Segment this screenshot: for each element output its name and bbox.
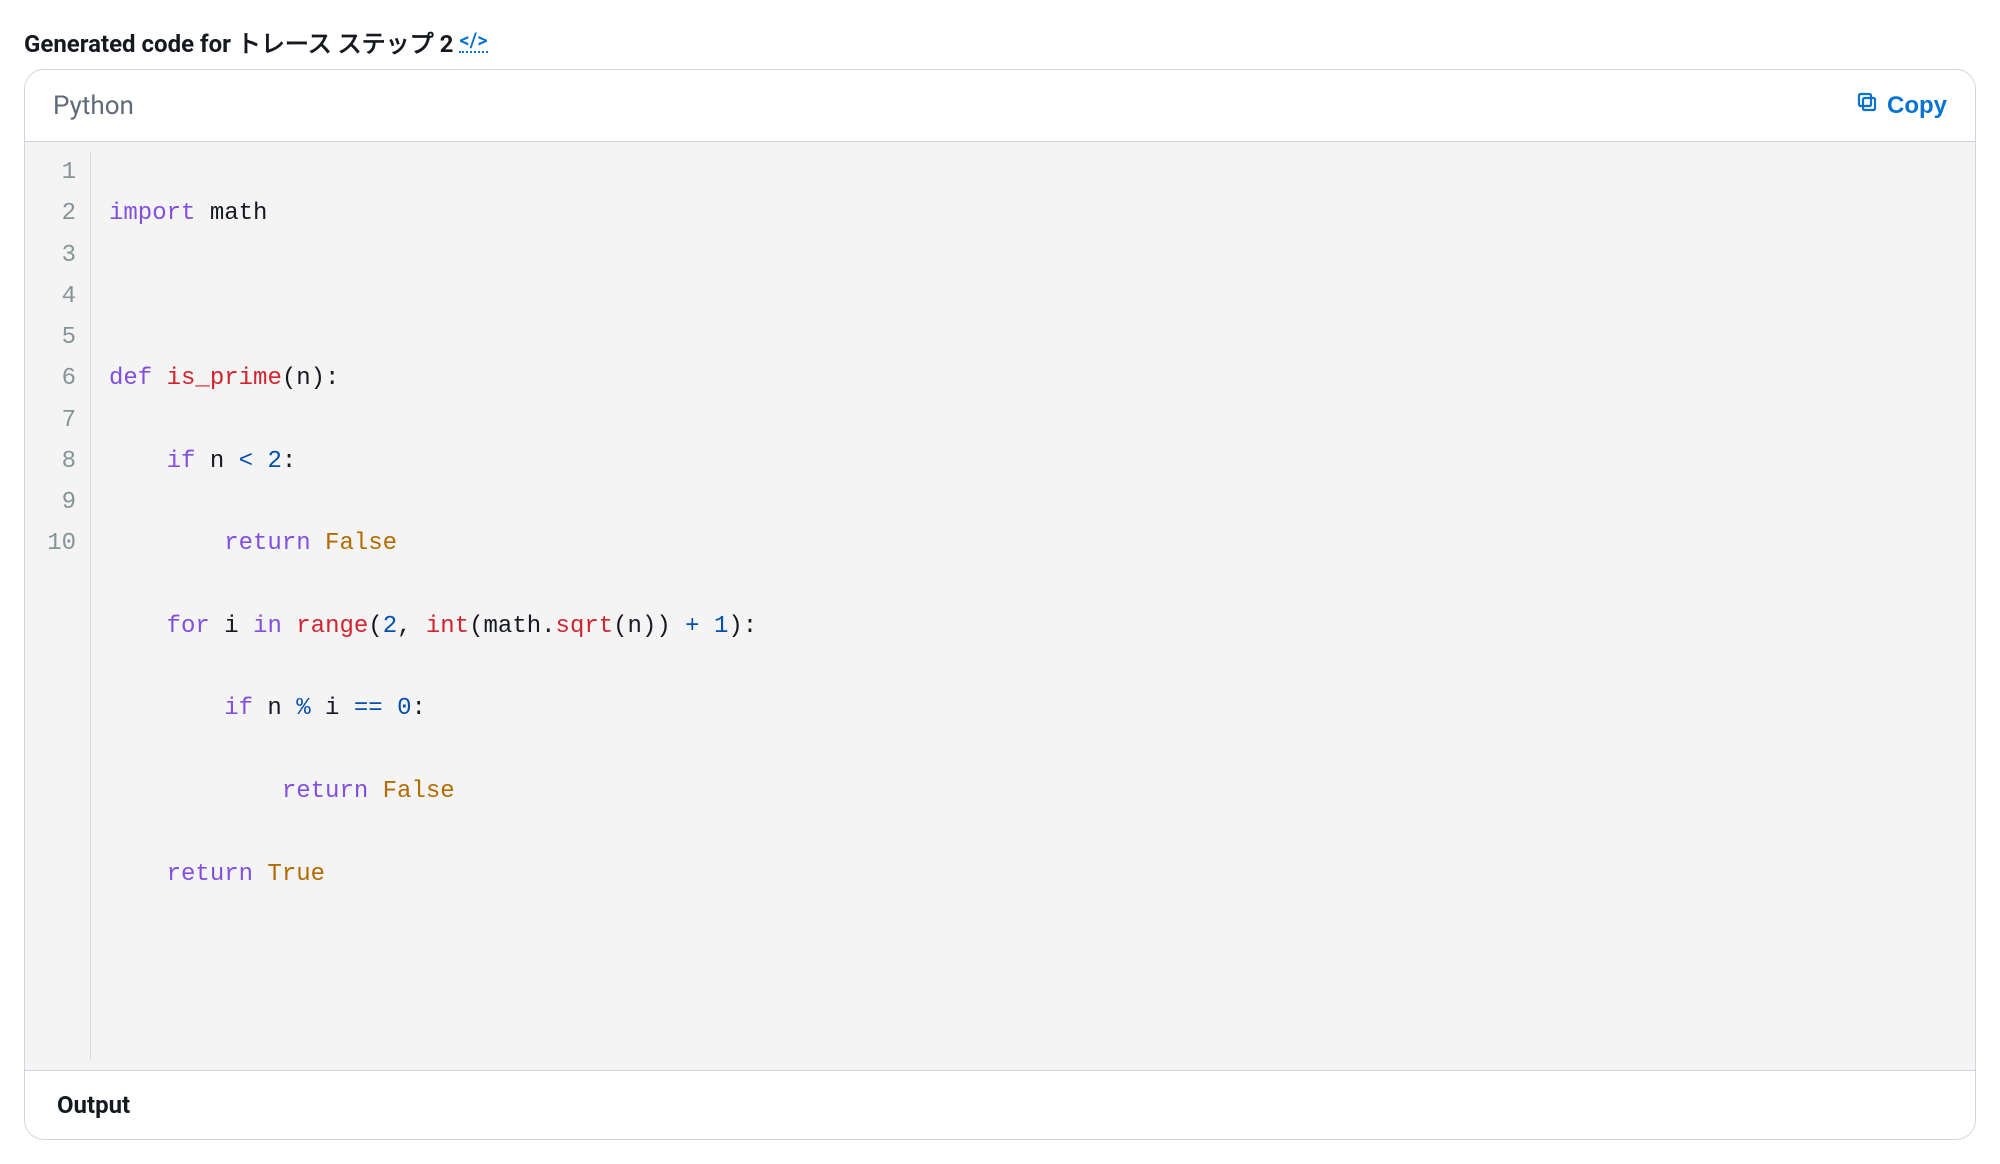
- copy-icon: [1855, 90, 1879, 121]
- output-label: Output: [57, 1091, 130, 1119]
- line-number: 8: [43, 441, 76, 482]
- line-number: 5: [43, 317, 76, 358]
- line-number: 4: [43, 276, 76, 317]
- code-tag-icon[interactable]: </>: [459, 30, 487, 53]
- code-line: return False: [109, 771, 757, 812]
- language-label: Python: [53, 91, 134, 121]
- code-line: [109, 276, 757, 317]
- title-prefix: Generated code for: [24, 30, 237, 58]
- line-number: 6: [43, 358, 76, 399]
- code-line: [109, 936, 757, 977]
- code-line: if n < 2:: [109, 441, 757, 482]
- code-line: def is_prime(n):: [109, 358, 757, 399]
- line-number: 10: [43, 523, 76, 564]
- code-line: if n % i == 0:: [109, 688, 757, 729]
- section-title: Generated code for トレース ステップ 2 </>: [24, 24, 1976, 59]
- title-trace-name: トレース ステップ 2: [237, 30, 454, 58]
- code-panel: Python Copy 12345678910 import math def …: [24, 69, 1976, 1140]
- code-line: import math: [109, 193, 757, 234]
- output-section-header[interactable]: Output: [25, 1070, 1975, 1139]
- code-line: return False: [109, 523, 757, 564]
- code-line: return True: [109, 854, 757, 895]
- line-number: 3: [43, 235, 76, 276]
- line-number: 9: [43, 482, 76, 523]
- code-line: for i in range(2, int(math.sqrt(n)) + 1)…: [109, 606, 757, 647]
- line-number: 2: [43, 193, 76, 234]
- line-number: 7: [43, 400, 76, 441]
- line-number: 1: [43, 152, 76, 193]
- code-panel-header: Python Copy: [25, 70, 1975, 141]
- line-number-gutter: 12345678910: [25, 152, 91, 1060]
- copy-button[interactable]: Copy: [1855, 90, 1947, 121]
- copy-button-label: Copy: [1887, 92, 1947, 120]
- code-content: import math def is_prime(n): if n < 2: r…: [91, 152, 775, 1060]
- code-editor[interactable]: 12345678910 import math def is_prime(n):…: [25, 141, 1975, 1070]
